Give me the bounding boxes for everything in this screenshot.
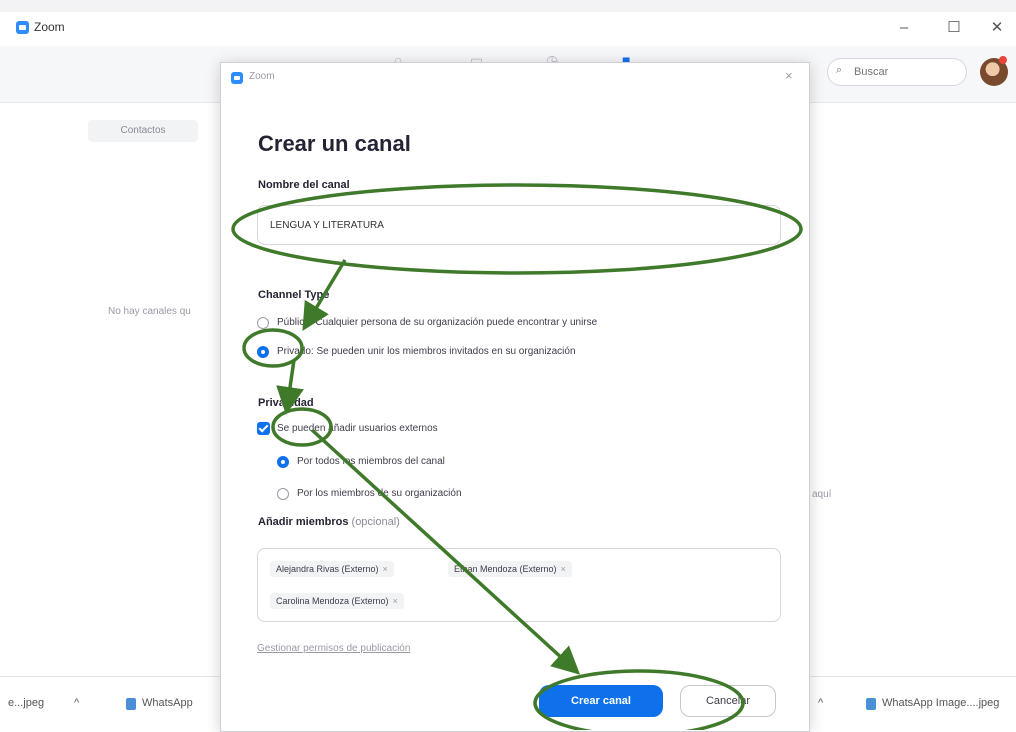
dialog-heading: Crear un canal <box>258 131 411 156</box>
dialog-close-icon[interactable]: × <box>785 68 793 83</box>
radio-public-circle[interactable] <box>257 317 269 329</box>
add-members-label-text: Añadir miembros <box>258 516 349 528</box>
add-members-optional: (opcional) <box>351 516 400 528</box>
create-channel-dialog: Zoom × Crear un canal Nombre del canal C… <box>220 62 810 732</box>
download-item-whatsapp-image[interactable]: WhatsApp Image....jpeg <box>882 697 999 709</box>
manage-permissions-link[interactable]: Gestionar permisos de publicación <box>257 643 410 654</box>
close-icon[interactable]: ✕ <box>982 16 1012 40</box>
radio-all-members-circle[interactable] <box>277 456 289 468</box>
create-channel-button[interactable]: Crear canal <box>539 685 663 717</box>
app-title: Zoom <box>34 20 65 34</box>
empty-channels-text: No hay canales qu <box>108 306 191 317</box>
cancel-button[interactable]: Cancelar <box>680 685 776 717</box>
external-users-label: Se pueden añadir usuarios externos <box>277 423 438 434</box>
radio-org-members-label: Por los miembros de su organización <box>297 488 462 499</box>
search-icon: ⌕ <box>836 64 843 76</box>
download-chevron-icon[interactable]: ^ <box>818 697 823 709</box>
zoom-logo-icon <box>231 72 243 84</box>
add-members-label: Añadir miembros (opcional) <box>258 516 400 528</box>
app-titlebar: Zoom – ☐ ✕ <box>0 12 1016 46</box>
search-box[interactable]: ⌕ <box>827 58 967 86</box>
right-partial-text: aquí <box>812 489 832 500</box>
minimize-icon[interactable]: – <box>889 16 919 40</box>
channel-name-label: Nombre del canal <box>258 179 350 191</box>
file-icon <box>866 698 876 710</box>
remove-member-icon[interactable]: × <box>393 596 398 606</box>
privacy-label: Privacidad <box>258 397 314 409</box>
download-item-jpeg[interactable]: e...jpeg <box>8 697 44 709</box>
radio-all-members-label: Por todos los miembros del canal <box>297 456 445 467</box>
search-input[interactable] <box>852 62 956 82</box>
remove-member-icon[interactable]: × <box>383 564 388 574</box>
member-chip-label: Alejandra Rivas (Externo) <box>276 564 379 574</box>
dialog-app-title: Zoom <box>249 71 275 82</box>
channel-name-input[interactable] <box>257 205 781 245</box>
member-chip[interactable]: Carolina Mendoza (Externo) × <box>270 593 404 609</box>
download-item-whatsapp[interactable]: WhatsApp <box>142 697 193 709</box>
radio-private-circle[interactable] <box>257 346 269 358</box>
external-users-checkbox[interactable] <box>257 422 270 435</box>
members-input[interactable]: Alejandra Rivas (Externo) × Ethan Mendoza… <box>257 548 781 622</box>
notification-dot <box>999 56 1007 64</box>
remove-member-icon[interactable]: × <box>561 564 566 574</box>
member-chip-label: Ethan Mendoza (Externo) <box>454 564 557 574</box>
tab-contacts[interactable]: Contactos <box>88 120 198 142</box>
member-chip-label: Carolina Mendoza (Externo) <box>276 596 389 606</box>
channel-type-label: Channel Type <box>258 289 330 301</box>
member-chip[interactable]: Ethan Mendoza (Externo) × <box>448 561 572 577</box>
download-chevron-icon[interactable]: ^ <box>74 697 79 709</box>
zoom-logo-icon <box>16 21 29 34</box>
maximize-icon[interactable]: ☐ <box>939 16 969 40</box>
radio-org-members-circle[interactable] <box>277 488 289 500</box>
radio-public-label: Público: Cualquier persona de su organiz… <box>277 317 598 328</box>
file-icon <box>126 698 136 710</box>
member-chip[interactable]: Alejandra Rivas (Externo) × <box>270 561 394 577</box>
radio-private-label: Privado: Se pueden unir los miembros inv… <box>277 346 576 357</box>
